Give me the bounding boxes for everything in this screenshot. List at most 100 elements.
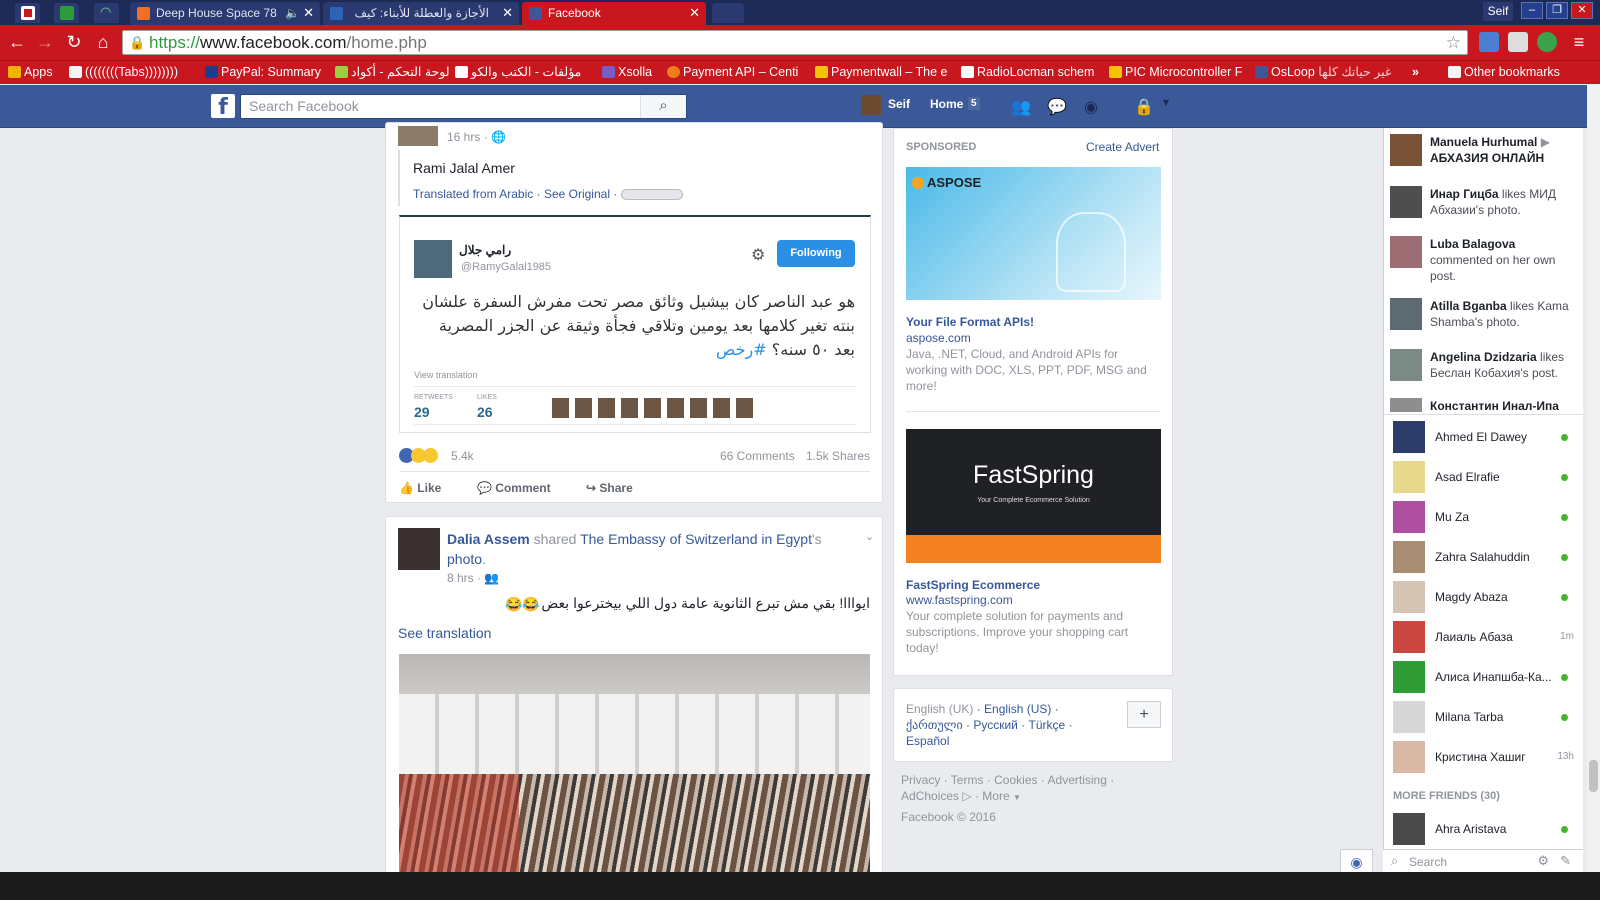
address-bar[interactable]: 🔒 https://www.facebook.com/home.php ☆: [122, 30, 1468, 55]
see-translation-link[interactable]: See translation: [398, 625, 491, 641]
messages-icon[interactable]: 💬: [1046, 97, 1068, 116]
back-arrow-icon[interactable]: ←: [6, 30, 28, 54]
post-timestamp[interactable]: 16 hrs · 🌐: [447, 130, 506, 144]
footer-link[interactable]: Terms: [951, 773, 984, 787]
page-scrollbar[interactable]: [1587, 85, 1600, 872]
chat-search-box[interactable]: ⌕ Search ⚙ ✎: [1383, 849, 1583, 874]
ad-domain[interactable]: aspose.com: [906, 331, 971, 345]
footer-link[interactable]: Advertising: [1048, 773, 1107, 787]
footer-link[interactable]: Privacy: [901, 773, 940, 787]
ad-image-aspose[interactable]: ASPOSE: [906, 167, 1161, 300]
comments-count[interactable]: 66 Comments: [720, 449, 795, 463]
chat-friend[interactable]: Magdy Abaza: [1393, 580, 1578, 614]
shares-count[interactable]: 1.5k Shares: [806, 449, 870, 463]
like-button[interactable]: 👍 Like: [399, 481, 441, 495]
notifications-globe-icon[interactable]: ◉: [1080, 97, 1102, 116]
chat-friend[interactable]: Кристина Хашиг 13h: [1393, 740, 1578, 774]
chat-friend[interactable]: Zahra Salahuddin: [1393, 540, 1578, 574]
home-icon[interactable]: ⌂: [92, 30, 114, 54]
ticker-item[interactable]: Инар Гицба likes МИД Абхазии's photo.: [1390, 186, 1580, 222]
friend-requests-icon[interactable]: 👥: [1010, 97, 1032, 116]
post-timestamp[interactable]: 8 hrs · 👥: [447, 571, 499, 585]
avatar[interactable]: [861, 95, 881, 115]
menu-icon[interactable]: ≡: [1568, 30, 1590, 54]
bookmark-paymentwall[interactable]: Paymentwall – The e: [813, 61, 948, 83]
tab-close-icon[interactable]: ✕: [303, 2, 314, 24]
ticker-item[interactable]: Angelina Dzidzaria likes Беслан Кобахия'…: [1390, 349, 1580, 385]
language-link[interactable]: ქართული: [906, 718, 963, 732]
translate-extension-icon[interactable]: [1479, 32, 1499, 52]
bookmarks-overflow-chevron-icon[interactable]: »: [1412, 61, 1419, 83]
bookmark-folder-tabs[interactable]: ((((((((Tabs)))))))): [67, 61, 178, 83]
ad-domain[interactable]: www.fastspring.com: [906, 593, 1013, 607]
home-link[interactable]: Home: [930, 97, 963, 111]
minimize-button[interactable]: –: [1521, 2, 1543, 19]
post-photo[interactable]: [399, 654, 870, 872]
language-link[interactable]: Русский: [973, 718, 1018, 732]
page-link[interactable]: The Embassy of Switzerland in Egypt: [580, 531, 812, 547]
tab-facebook[interactable]: Facebook ✕: [522, 2, 706, 25]
ad-title[interactable]: FastSpring Ecommerce: [906, 578, 1040, 592]
bookmark-paypal[interactable]: PayPal: Summary: [203, 61, 321, 83]
reaction-icons[interactable]: [399, 448, 438, 466]
search-icon[interactable]: ⌕: [640, 95, 686, 118]
tab-close-icon[interactable]: ✕: [689, 2, 700, 24]
new-tab-button[interactable]: [712, 3, 744, 23]
reload-icon[interactable]: ↻: [63, 30, 85, 54]
pinned-tab-2[interactable]: [54, 3, 79, 23]
profile-link[interactable]: Seif: [888, 97, 910, 111]
ad-image-fastspring[interactable]: FastSpring Your Complete Ecommerce Solut…: [906, 429, 1161, 563]
bookmark-xsolla[interactable]: Xsolla: [600, 61, 652, 83]
chat-friend[interactable]: Алиса Инапшба-Ка...: [1393, 660, 1578, 694]
footer-link[interactable]: More: [982, 789, 1009, 803]
rate-translation-control[interactable]: [620, 189, 683, 201]
bookmark-osloop[interactable]: OsLoop غير حياتك كلها: [1253, 61, 1391, 83]
globe-extension-icon[interactable]: [1537, 32, 1557, 52]
ticker-item[interactable]: Luba Balagova commented on her own post.: [1390, 236, 1580, 286]
extension-icon[interactable]: [1508, 32, 1528, 52]
profile-user-name[interactable]: Seif: [1483, 2, 1513, 21]
ticker-item[interactable]: Manuela Hurhumal ▶ АБХАЗИЯ ОНЛАЙН: [1390, 134, 1580, 170]
language-link[interactable]: Español: [906, 734, 949, 748]
share-button[interactable]: ↪ Share: [586, 481, 633, 495]
footer-link[interactable]: Cookies: [994, 773, 1037, 787]
compose-icon[interactable]: ✎: [1560, 853, 1571, 869]
create-advert-link[interactable]: Create Advert: [1086, 140, 1159, 154]
bookmark-apps[interactable]: Apps: [6, 61, 53, 83]
bookmark-star-icon[interactable]: ☆: [1446, 31, 1461, 54]
post-options-chevron-down-icon[interactable]: ⌄: [865, 530, 874, 543]
see-original-link[interactable]: See Original: [544, 187, 610, 201]
avatar[interactable]: [398, 126, 438, 146]
photo-link[interactable]: photo: [447, 551, 482, 567]
scrollbar-thumb[interactable]: [1589, 760, 1598, 792]
add-language-button[interactable]: +: [1127, 701, 1161, 728]
ticker-item[interactable]: Константин Инал-Ипа: [1390, 398, 1580, 412]
chat-friend[interactable]: Лаиаль Абаза 1m: [1393, 620, 1578, 654]
search-input[interactable]: Search Facebook: [240, 94, 687, 119]
account-menu-chevron-down-icon[interactable]: ▼: [1155, 97, 1177, 115]
bookmark-pic[interactable]: PIC Microcontroller F: [1107, 61, 1242, 83]
tab-close-icon[interactable]: ✕: [502, 2, 513, 24]
bookmark-control-panel[interactable]: لوحة التحكم - أكواد: [333, 61, 450, 83]
chat-friend[interactable]: Ahra Aristava: [1393, 812, 1578, 846]
chat-friend[interactable]: Mu Za: [1393, 500, 1578, 534]
bookmark-other[interactable]: Other bookmarks: [1446, 61, 1560, 83]
comment-button[interactable]: 💬 Comment: [477, 481, 551, 495]
bookmark-payment-api[interactable]: Payment API – Centi: [665, 61, 798, 83]
chat-friend[interactable]: Ahmed El Dawey: [1393, 420, 1578, 454]
language-link[interactable]: English (US): [984, 702, 1051, 716]
maximize-button[interactable]: ❐: [1546, 2, 1568, 19]
gear-icon[interactable]: ⚙: [1537, 853, 1549, 869]
pinned-tab-1[interactable]: [15, 3, 40, 23]
chat-friend[interactable]: Milana Tarba: [1393, 700, 1578, 734]
bookmark-books[interactable]: مؤلفات - الكتب والكو: [453, 61, 581, 83]
tab-deep-house[interactable]: Deep House Space 78 🔈 ✕: [130, 2, 320, 25]
footer-link[interactable]: AdChoices: [901, 789, 959, 803]
facebook-logo[interactable]: f: [211, 94, 235, 120]
close-window-button[interactable]: ✕: [1571, 2, 1593, 19]
forward-arrow-icon[interactable]: →: [34, 30, 56, 54]
tab-arabic-article[interactable]: الأجازة والعطلة للأبناء: كيف ✕: [323, 2, 519, 25]
ticker-item[interactable]: Atilla Bganba likes Kama Shamba's photo.: [1390, 298, 1580, 334]
pinned-tab-3[interactable]: ◠: [94, 3, 119, 23]
avatar[interactable]: [398, 528, 440, 570]
